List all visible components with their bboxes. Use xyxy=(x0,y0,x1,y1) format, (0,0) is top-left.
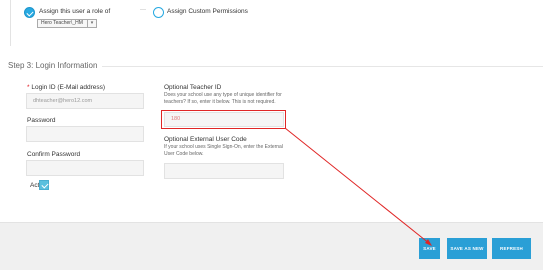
annotation-arrow xyxy=(284,127,432,246)
arrow-head xyxy=(425,239,432,246)
arrow-line xyxy=(284,127,431,245)
